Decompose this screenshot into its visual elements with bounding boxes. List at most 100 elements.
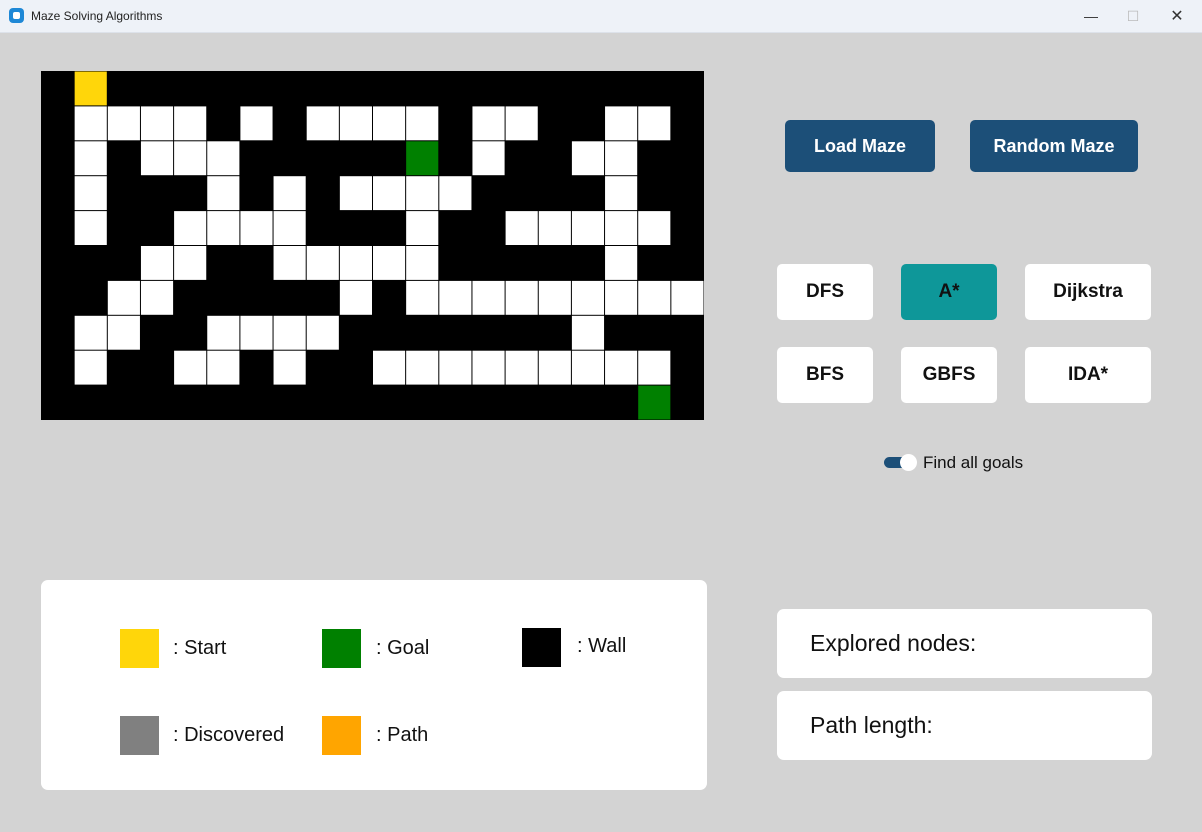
load-maze-button[interactable]: Load Maze xyxy=(785,120,935,172)
maze-cell-open xyxy=(74,141,107,176)
maze-cell-open xyxy=(207,350,240,385)
maze-cell-open xyxy=(505,350,538,385)
maze-cell-open xyxy=(373,106,406,141)
maze-cell-open xyxy=(240,211,273,245)
gbfs-button[interactable]: GBFS xyxy=(901,347,997,403)
maze-grid xyxy=(41,71,704,420)
maze-cell-open xyxy=(207,211,240,245)
maze-cell-open xyxy=(472,106,505,141)
start-swatch xyxy=(120,629,159,668)
maze-cell-open xyxy=(605,280,638,315)
wall-swatch xyxy=(522,628,561,667)
maze-cell-open xyxy=(240,106,273,141)
maze-cell-open xyxy=(373,350,406,385)
maze-cell-open xyxy=(571,280,605,315)
maze-cell-open xyxy=(605,141,638,176)
maze-cell-open xyxy=(605,106,638,141)
maze-cell-open xyxy=(406,106,439,141)
minimize-button[interactable]: — xyxy=(1068,0,1114,32)
maze-cell-open xyxy=(638,106,671,141)
maze-cell-open xyxy=(107,280,140,315)
window-title: Maze Solving Algorithms xyxy=(31,9,163,23)
maze-cell-open xyxy=(339,280,372,315)
toggle-knob xyxy=(900,454,917,471)
maze-cell-open xyxy=(605,176,638,211)
maze-cell-open xyxy=(74,315,107,350)
maze-cell-open xyxy=(174,106,207,141)
maze-cell-open xyxy=(571,350,605,385)
maze-cell-open xyxy=(207,315,240,350)
maze-cell-open xyxy=(505,106,538,141)
maze-cell-open xyxy=(339,246,372,280)
maze-cell-open xyxy=(605,350,638,385)
maze-cell-open xyxy=(505,211,538,245)
maze-cell-open xyxy=(107,106,140,141)
legend-wall-label: : Wall xyxy=(577,635,627,657)
maze-cell-open xyxy=(373,176,406,211)
maze-cell-open xyxy=(605,246,638,280)
maze-cell-open xyxy=(273,176,306,211)
maze-cell-open xyxy=(472,350,505,385)
maze-cell-open xyxy=(406,350,439,385)
maze-cell-open xyxy=(74,106,107,141)
maze-cell-open xyxy=(638,280,671,315)
maze-cell-open xyxy=(638,350,671,385)
maze-cell-open xyxy=(339,106,372,141)
astar-button[interactable]: A* xyxy=(901,264,997,320)
maze-cell-open xyxy=(472,280,505,315)
maze-cell-open xyxy=(406,246,439,280)
dijkstra-button[interactable]: Dijkstra xyxy=(1025,264,1151,320)
maze-cell-open xyxy=(240,315,273,350)
maze-cell-open xyxy=(505,280,538,315)
maze-goal-cell xyxy=(406,141,439,176)
maze-cell-open xyxy=(538,211,571,245)
maze-cell-open xyxy=(439,176,472,211)
maze-cell-open xyxy=(439,280,472,315)
find-all-goals-toggle[interactable] xyxy=(884,454,918,471)
maze-cell-open xyxy=(273,315,306,350)
maze-cell-open xyxy=(671,280,704,315)
maze-cell-open xyxy=(107,315,140,350)
maze-cell-open xyxy=(140,141,174,176)
maze-cell-open xyxy=(605,211,638,245)
maze-cell-open xyxy=(439,350,472,385)
maze-cell-open xyxy=(273,246,306,280)
maze-cell-open xyxy=(140,246,174,280)
legend-discovered-label: : Discovered xyxy=(173,724,285,746)
maze-cell-open xyxy=(174,350,207,385)
maze-goal-cell xyxy=(638,385,671,420)
dfs-button[interactable]: DFS xyxy=(777,264,873,320)
legend-panel: : Start : Goal : Wall : Discovered : Pat… xyxy=(41,580,707,790)
maze-cell-open xyxy=(74,211,107,245)
maze-cell-open xyxy=(140,280,174,315)
maze-cell-open xyxy=(538,280,571,315)
maze-cell-open xyxy=(406,176,439,211)
maze-cell-open xyxy=(174,246,207,280)
maze-cell-open xyxy=(174,141,207,176)
maze-cell-open xyxy=(74,176,107,211)
path-length-panel: Path length: xyxy=(777,691,1152,760)
maze-cell-open xyxy=(306,246,339,280)
maximize-button[interactable]: ☐ xyxy=(1110,0,1156,32)
maze-canvas xyxy=(74,71,704,420)
goal-swatch xyxy=(322,629,361,668)
random-maze-button[interactable]: Random Maze xyxy=(970,120,1138,172)
maze-cell-open xyxy=(306,106,339,141)
legend-path-label: : Path xyxy=(376,724,429,746)
legend-start-label: : Start xyxy=(173,637,227,659)
maze-cell-open xyxy=(638,211,671,245)
maze-cell-open xyxy=(207,141,240,176)
close-button[interactable]: ✕ xyxy=(1154,0,1200,32)
maze-cell-open xyxy=(571,315,605,350)
maze-cell-open xyxy=(339,176,372,211)
path-length-label: Path length: xyxy=(810,712,933,738)
maze-cell-open xyxy=(306,315,339,350)
maze-cell-open xyxy=(571,211,605,245)
maze-cell-open xyxy=(140,106,174,141)
maze-cell-open xyxy=(406,280,439,315)
bfs-button[interactable]: BFS xyxy=(777,347,873,403)
idastar-button[interactable]: IDA* xyxy=(1025,347,1151,403)
maze-cell-open xyxy=(273,211,306,245)
maze-cell-open xyxy=(406,211,439,245)
find-all-goals-label: Find all goals xyxy=(923,453,1024,472)
